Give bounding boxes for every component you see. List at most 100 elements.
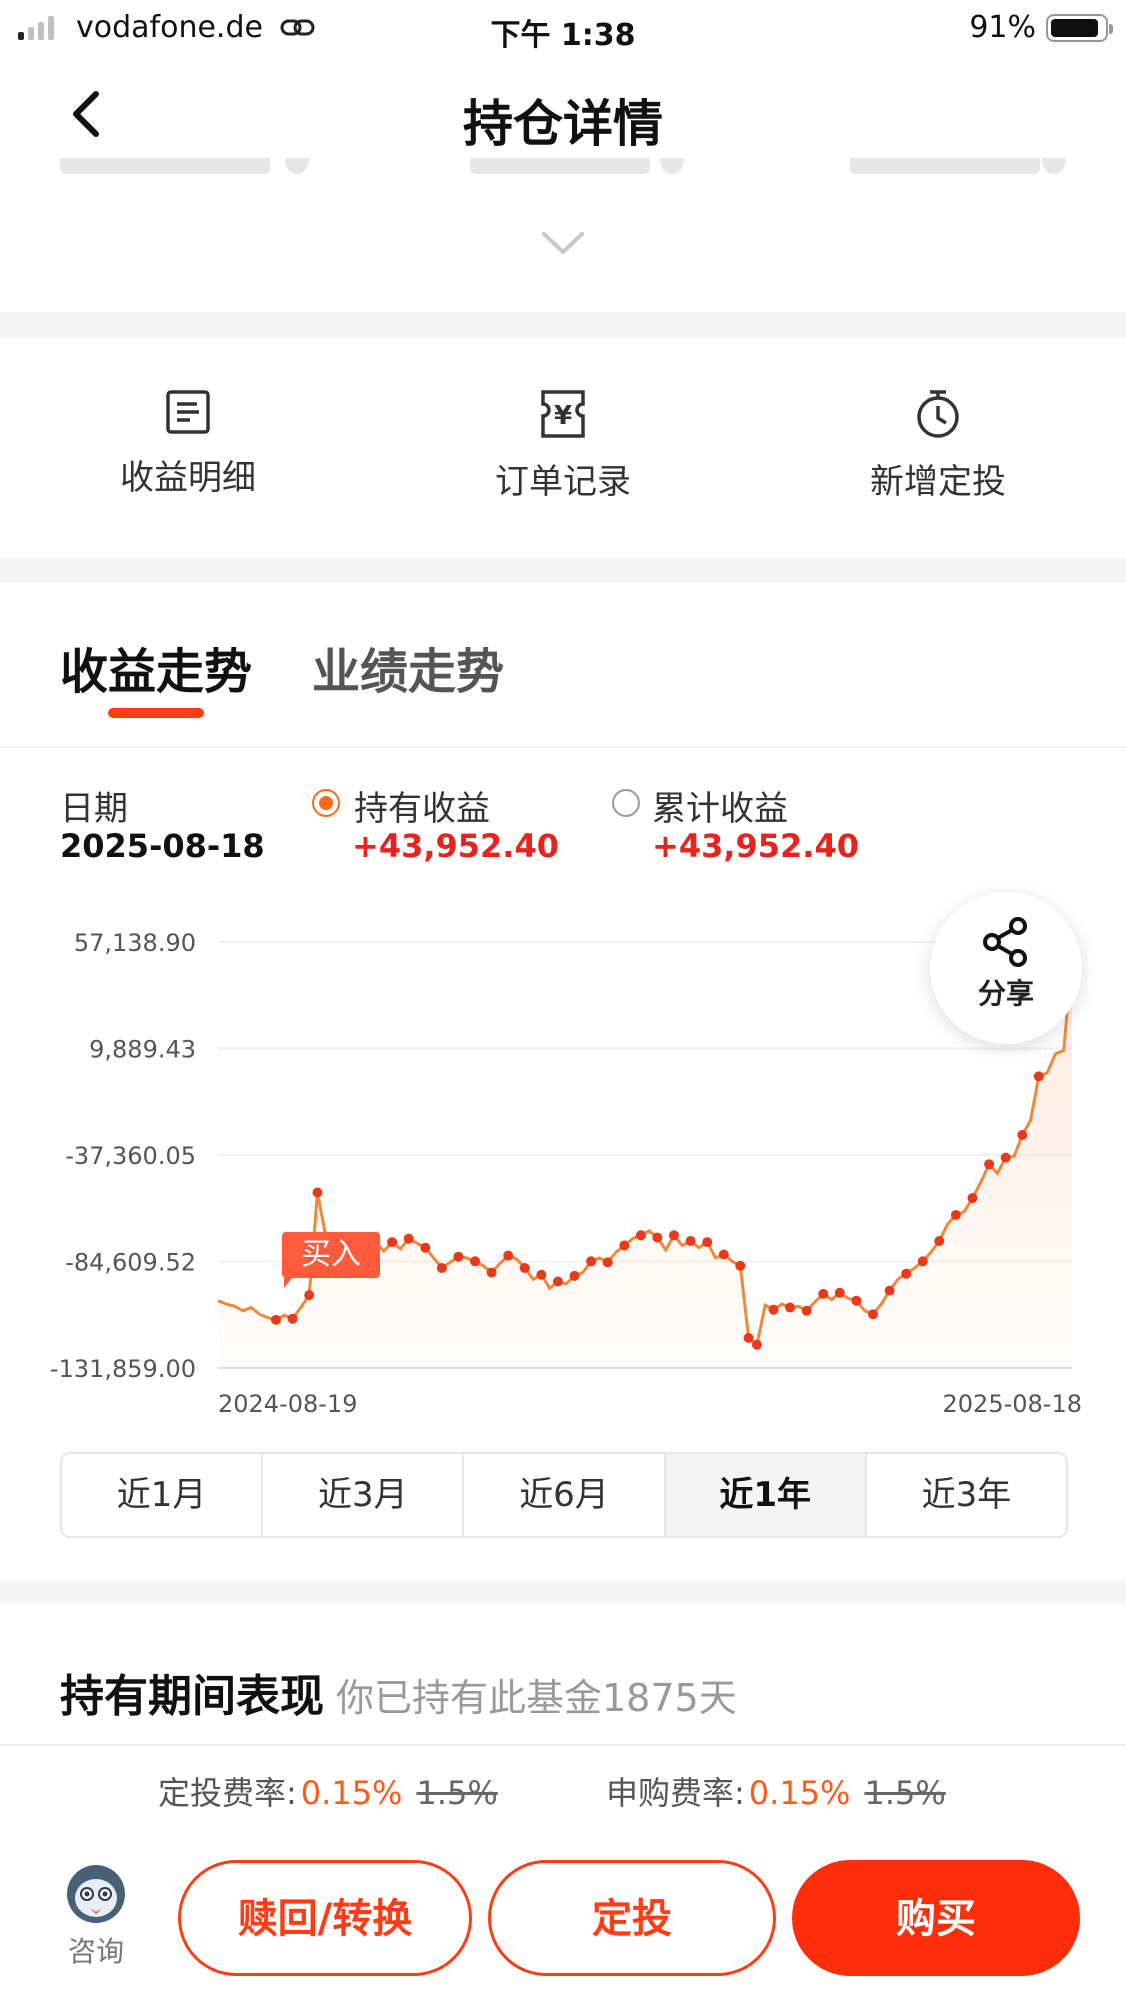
- clock: 下午 1:38: [490, 18, 636, 53]
- page-title: 持仓详情: [463, 95, 663, 153]
- sip-fee: 定投费率: 0.15% 1.5%: [158, 1768, 498, 1814]
- period-3m[interactable]: 近3月: [263, 1454, 465, 1536]
- assistant-avatar-icon: [67, 1865, 125, 1923]
- holding-income-label: 持有收益: [354, 789, 490, 829]
- data-point: [901, 1268, 912, 1279]
- data-point: [403, 1233, 414, 1244]
- data-point: [768, 1304, 779, 1315]
- data-point: [669, 1230, 679, 1241]
- sip-fee-original: 1.5%: [416, 1774, 498, 1812]
- scrolled-summary-row: [60, 158, 1070, 180]
- battery-icon: [1046, 14, 1113, 42]
- bottom-action-bar: 咨询 赎回/转换 定投 购买: [0, 1832, 1126, 2001]
- period-selector: 近1月 近3月 近6月 近1年 近3年: [60, 1452, 1068, 1538]
- holding-income-value: +43,952.40: [352, 827, 559, 865]
- purchase-fee: 申购费率: 0.15% 1.5%: [606, 1768, 946, 1814]
- list-doc-icon: [166, 390, 210, 434]
- data-point: [486, 1267, 497, 1278]
- data-point: [619, 1240, 630, 1251]
- data-point: [635, 1230, 646, 1241]
- tab-performance-trend[interactable]: 业绩走势: [312, 632, 504, 702]
- consult-button[interactable]: 咨询: [56, 1862, 136, 1970]
- fee-bar: 定投费率: 0.15% 1.5% 申购费率: 0.15% 1.5%: [0, 1744, 1126, 1832]
- data-point: [420, 1242, 431, 1253]
- y-tick-label: 9,889.43: [89, 1036, 196, 1064]
- data-point: [818, 1288, 829, 1299]
- data-point: [536, 1269, 547, 1280]
- data-point: [934, 1236, 945, 1246]
- data-point: [287, 1313, 298, 1324]
- order-history-button[interactable]: ¥ 订单记录: [443, 388, 683, 503]
- tab-income-trend[interactable]: 收益走势: [60, 632, 252, 702]
- status-bar: vodafone.de 下午 1:38 91%: [0, 0, 1126, 56]
- data-point: [312, 1187, 323, 1198]
- share-button[interactable]: 分享: [930, 892, 1082, 1044]
- quick-action-label: 收益明细: [120, 458, 256, 498]
- cumulative-income-value: +43,952.40: [652, 827, 859, 865]
- cumulative-income-label: 累计收益: [652, 789, 788, 829]
- y-tick-label: -37,360.05: [65, 1142, 196, 1170]
- buy-button[interactable]: 购买: [792, 1860, 1080, 1976]
- data-point: [685, 1236, 696, 1246]
- data-point: [917, 1256, 928, 1267]
- data-point: [304, 1290, 315, 1301]
- date-label: 日期: [60, 789, 128, 829]
- income-detail-button[interactable]: 收益明细: [68, 388, 308, 499]
- data-point: [453, 1251, 464, 1262]
- data-point: [503, 1250, 514, 1261]
- data-point: [967, 1193, 978, 1204]
- data-point: [436, 1263, 447, 1273]
- chevron-left-icon[interactable]: [60, 86, 116, 142]
- y-tick-label: -84,609.52: [65, 1249, 196, 1277]
- data-point: [271, 1314, 281, 1325]
- chart-tabs: 收益走势 业绩走势: [0, 620, 1126, 748]
- data-point: [884, 1285, 895, 1296]
- sip-fee-label: 定投费率:: [158, 1774, 297, 1812]
- stopwatch-icon: [917, 390, 959, 438]
- data-point: [470, 1256, 480, 1267]
- period-1m[interactable]: 近1月: [62, 1454, 264, 1536]
- data-point: [1000, 1152, 1011, 1163]
- data-point: [1033, 1071, 1044, 1082]
- y-tick-label: 57,138.90: [74, 929, 196, 957]
- holding-income-radio[interactable]: [312, 789, 340, 817]
- cumulative-income-radio[interactable]: [612, 789, 640, 817]
- data-point: [868, 1309, 878, 1320]
- y-tick-label: -131,859.00: [50, 1355, 196, 1383]
- data-point: [702, 1237, 713, 1248]
- data-point: [1017, 1130, 1028, 1140]
- buy-marker: 买入: [282, 1232, 380, 1288]
- holding-days: 你已持有此基金1875天: [336, 1676, 737, 1720]
- x-tick-label: 2025-08-18: [943, 1390, 1082, 1418]
- data-point: [652, 1232, 663, 1243]
- svg-text:¥: ¥: [554, 401, 572, 431]
- sip-button[interactable]: 定投: [488, 1860, 776, 1976]
- data-point: [718, 1249, 729, 1260]
- redeem-convert-button[interactable]: 赎回/转换: [178, 1860, 472, 1976]
- data-point: [751, 1339, 762, 1350]
- date-value: 2025-08-18: [60, 827, 265, 865]
- battery-percent: 91%: [969, 10, 1036, 45]
- consult-label: 咨询: [67, 1935, 124, 1968]
- period-3y[interactable]: 近3年: [867, 1454, 1066, 1536]
- quick-action-label: 新增定投: [870, 462, 1006, 502]
- tab-underline: [108, 708, 204, 718]
- holding-performance-header: 持有期间表现 你已持有此基金1875天: [60, 1660, 1060, 1722]
- data-point: [801, 1305, 812, 1316]
- share-icon: [983, 917, 1027, 967]
- x-tick-label: 2024-08-19: [218, 1390, 357, 1418]
- data-point: [984, 1159, 995, 1170]
- section-divider: [0, 1580, 1126, 1604]
- quick-actions: 收益明细 ¥ 订单记录 新增定投: [0, 338, 1126, 558]
- data-point: [552, 1276, 563, 1287]
- data-point: [785, 1302, 796, 1313]
- nav-bar: 持仓详情: [0, 56, 1126, 172]
- section-title: 持有期间表现: [60, 1671, 324, 1722]
- period-1y[interactable]: 近1年: [665, 1454, 867, 1536]
- chevron-down-icon[interactable]: [540, 228, 586, 258]
- period-6m[interactable]: 近6月: [464, 1454, 666, 1536]
- data-point: [834, 1287, 845, 1298]
- data-point: [569, 1270, 580, 1281]
- data-point: [950, 1210, 961, 1220]
- add-sip-button[interactable]: 新增定投: [818, 388, 1058, 503]
